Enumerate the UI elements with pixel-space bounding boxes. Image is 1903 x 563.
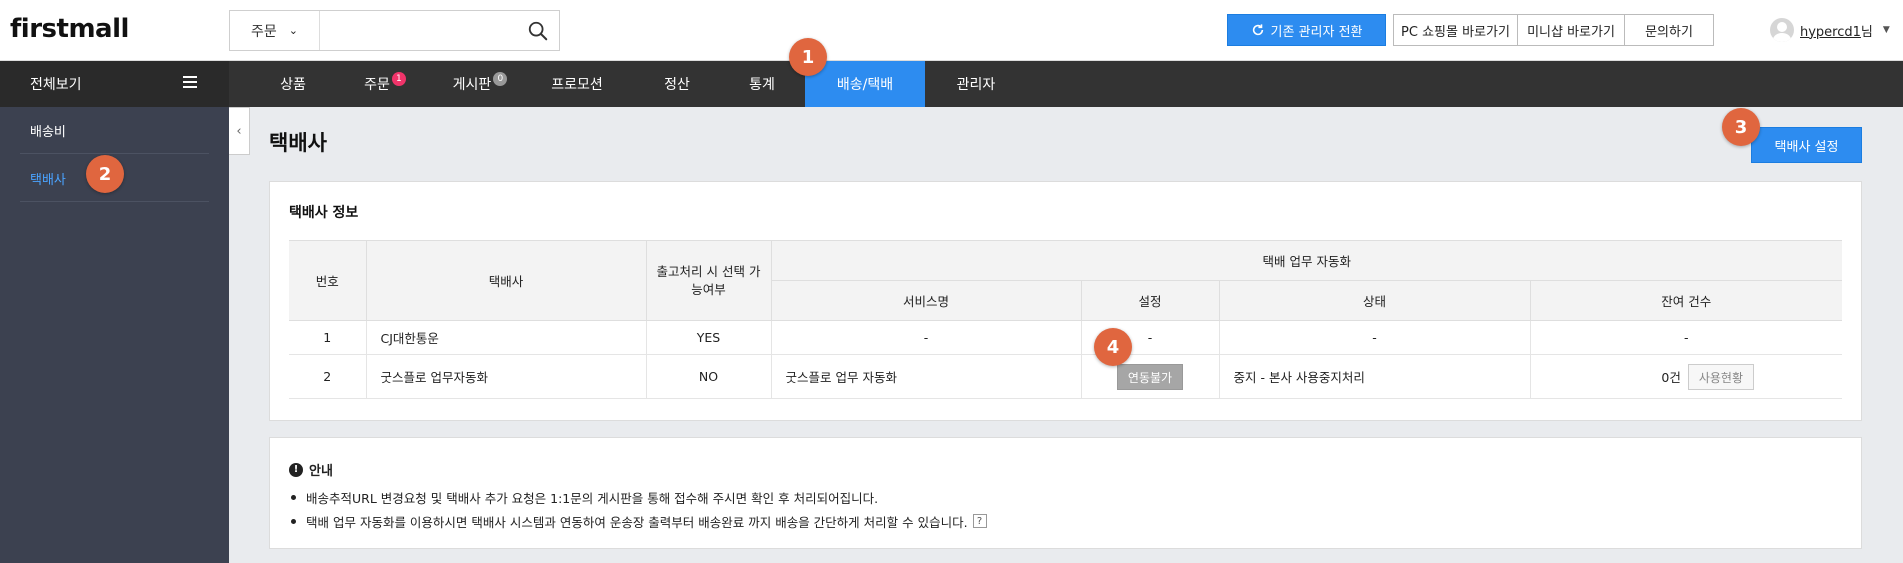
col-header-automation: 택배 업무 자동화 (770, 240, 1842, 281)
courier-settings-button[interactable]: 택배사 설정 (1751, 127, 1862, 163)
step-marker-4: 4 (1094, 328, 1132, 366)
page-title: 택배사 (269, 131, 327, 155)
chevron-left-icon: ‹ (236, 123, 242, 139)
nav-label: 주문 (364, 77, 390, 93)
cell-courier: 굿스플로 업무자동화 (365, 354, 646, 399)
user-name[interactable]: hypercd1 (1800, 25, 1861, 40)
courier-table: 번호 택배사 출고처리 시 선택 가능여부 택배 업무 자동화 서비스명 설정 … (289, 240, 1842, 399)
search-box: 주문 ⌄ (229, 10, 560, 51)
inquiry-link[interactable]: 문의하기 (1625, 15, 1713, 45)
cell-service: 굿스플로 업무 자동화 (770, 354, 1081, 399)
cell-no: 2 (289, 354, 366, 399)
hamburger-icon[interactable] (183, 76, 197, 88)
list-item: 배송추적URL 변경요청 및 택배사 추가 요청은 1:1문의 게시판을 통해 … (289, 485, 987, 509)
cell-courier: CJ대한통운 (365, 320, 646, 355)
guide-title: ! 안내 (289, 460, 333, 479)
guide-title-label: 안내 (309, 464, 333, 479)
sidebar-item-label: 배송비 (30, 124, 66, 140)
cell-status: - (1218, 320, 1530, 355)
chevron-down-icon: ⌄ (288, 24, 298, 37)
col-header-courier: 택배사 (365, 240, 647, 321)
guide-text: 택배 업무 자동화를 이용하시면 택배사 시스템과 연동하여 운송장 출력부터 … (306, 514, 968, 530)
remaining-count: 0건 (1661, 369, 1681, 385)
guide-text: 배송추적URL 변경요청 및 택배사 추가 요청은 1:1문의 게시판을 통해 … (306, 490, 879, 506)
search-category-select[interactable]: 주문 ⌄ (230, 11, 320, 50)
pc-shop-link[interactable]: PC 쇼핑몰 바로가기 (1394, 15, 1518, 45)
shortcut-links: PC 쇼핑몰 바로가기 미니샵 바로가기 문의하기 (1393, 14, 1714, 46)
nav-item-products[interactable]: 상품 (269, 61, 317, 107)
step-marker-1: 1 (789, 38, 827, 76)
step-marker-2: 2 (86, 155, 124, 193)
search-icon[interactable] (527, 20, 549, 42)
minishop-link[interactable]: 미니샵 바로가기 (1518, 15, 1625, 45)
guide-panel: ! 안내 배송추적URL 변경요청 및 택배사 추가 요청은 1:1문의 게시판… (269, 437, 1862, 549)
collapse-sidebar-button[interactable]: ‹ (229, 107, 250, 155)
usage-status-button[interactable]: 사용현황 (1687, 363, 1754, 390)
order-count-badge: 1 (391, 72, 406, 86)
user-suffix: 님 (1860, 24, 1873, 40)
help-icon[interactable]: ? (972, 514, 987, 528)
step-marker-3: 3 (1722, 108, 1760, 146)
caret-down-icon[interactable]: ▼ (1883, 25, 1890, 35)
avatar (1770, 18, 1794, 42)
list-item: 택배 업무 자동화를 이용하시면 택배사 시스템과 연동하여 운송장 출력부터 … (289, 509, 987, 533)
switch-admin-label: 기존 관리자 전환 (1270, 24, 1363, 40)
search-input[interactable] (322, 11, 522, 50)
view-all-menu[interactable]: 전체보기 (0, 61, 229, 107)
top-bar: firstmall 주문 ⌄ 기존 관리자 전환 PC 쇼핑몰 바로가기 미니샵… (0, 0, 1903, 61)
cell-selectable: NO (645, 354, 771, 399)
board-count-badge: 0 (493, 72, 508, 86)
table-row: 1 CJ대한통운 YES - - - - (289, 320, 1842, 355)
cell-status: 중지 - 본사 사용중지처리 (1218, 354, 1530, 399)
cell-no: 1 (289, 320, 366, 355)
search-category-label: 주문 (251, 23, 277, 40)
col-header-service: 서비스명 (771, 280, 1082, 321)
cell-service: - (770, 320, 1081, 355)
refresh-icon (1252, 24, 1263, 36)
col-header-status: 상태 (1218, 280, 1531, 321)
cell-remaining: 0건 사용현황 (1529, 354, 1842, 399)
view-all-label: 전체보기 (30, 77, 82, 93)
nav-label: 게시판 (452, 77, 492, 93)
guide-list: 배송추적URL 변경요청 및 택배사 추가 요청은 1:1문의 게시판을 통해 … (289, 485, 987, 533)
sidebar-item-label: 택배사 (30, 172, 66, 188)
nav-label: 배송/택배 (836, 77, 894, 93)
nav-item-promotion[interactable]: 프로모션 (540, 61, 614, 107)
nav-item-orders[interactable]: 주문 1 (355, 61, 415, 107)
cell-selectable: YES (645, 320, 771, 355)
col-header-setting: 설정 (1080, 280, 1220, 321)
nav-label: 정산 (664, 77, 690, 93)
logo[interactable]: firstmall (10, 14, 129, 44)
cell-remaining: - (1529, 320, 1842, 355)
courier-info-panel: 택배사 정보 번호 택배사 출고처리 시 선택 가능여부 택배 업무 자동화 서… (269, 181, 1862, 421)
nav-item-board[interactable]: 게시판 0 (446, 61, 514, 107)
link-unavailable-button[interactable]: 연동불가 (1116, 363, 1184, 390)
table-row: 2 굿스플로 업무자동화 NO 굿스플로 업무 자동화 연동불가 중지 - 본사… (289, 354, 1842, 399)
col-header-remaining: 잔여 건수 (1529, 280, 1842, 321)
nav-item-statistics[interactable]: 통계 (740, 61, 784, 107)
main-nav: 전체보기 상품 주문 1 게시판 0 프로모션 정산 통계 배송/택배 관리자 (0, 61, 1903, 107)
col-header-no: 번호 (289, 240, 367, 321)
section-title: 택배사 정보 (289, 205, 359, 221)
sidebar-item-shipping-fee[interactable]: 배송비 (20, 107, 209, 154)
nav-label: 통계 (749, 77, 775, 93)
nav-item-admin[interactable]: 관리자 (946, 61, 1006, 107)
user-menu[interactable]: hypercd1님 ▼ (1770, 18, 1890, 42)
nav-label: 관리자 (956, 77, 996, 93)
nav-item-settlement[interactable]: 정산 (655, 61, 699, 107)
switch-admin-button[interactable]: 기존 관리자 전환 (1227, 14, 1386, 46)
nav-label: 프로모션 (551, 77, 603, 93)
nav-label: 상품 (280, 77, 306, 93)
col-header-selectable: 출고처리 시 선택 가능여부 (645, 240, 772, 321)
exclamation-icon: ! (289, 462, 303, 477)
